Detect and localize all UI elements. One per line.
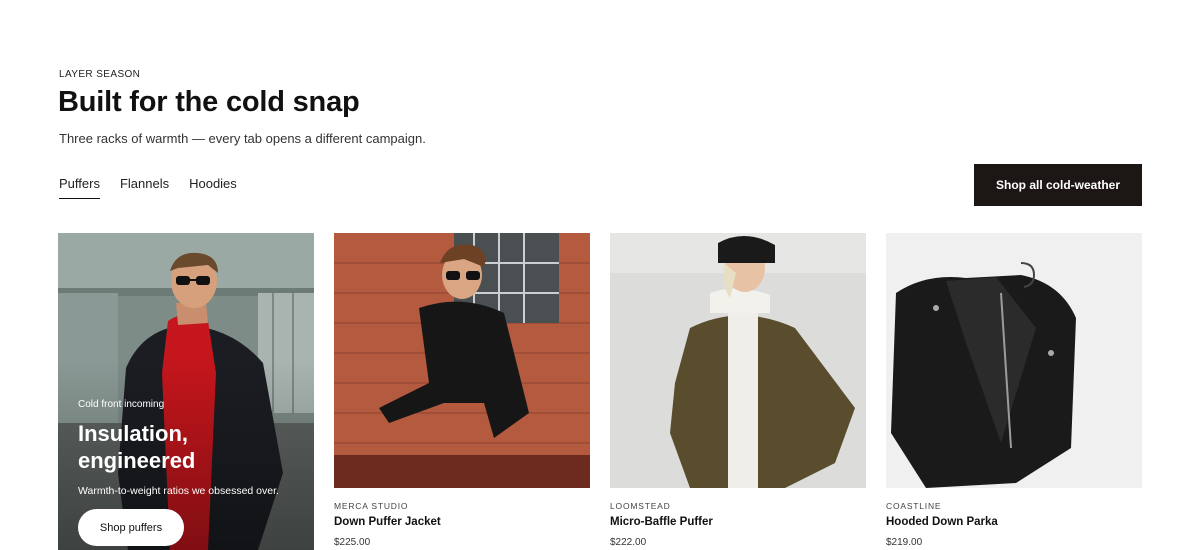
product-price: $219.00 xyxy=(886,537,923,548)
page-subtitle: Three racks of warmth — every tab opens … xyxy=(59,131,426,146)
product-image[interactable] xyxy=(886,233,1142,488)
tab-puffers[interactable]: Puffers xyxy=(59,176,100,199)
promo-kicker: Cold front incoming xyxy=(78,399,165,410)
product-brand: LOOMSTEAD xyxy=(610,501,671,511)
product-name[interactable]: Micro-Baffle Puffer xyxy=(610,516,866,528)
shop-all-button[interactable]: Shop all cold-weather xyxy=(974,164,1142,206)
product-brand: COASTLINE xyxy=(886,501,942,511)
product-name[interactable]: Hooded Down Parka xyxy=(886,516,1142,528)
page-title: Built for the cold snap xyxy=(58,86,360,118)
product-brand: MERCA STUDIO xyxy=(334,501,409,511)
shop-puffers-button[interactable]: Shop puffers xyxy=(78,509,184,546)
product-price: $225.00 xyxy=(334,537,371,548)
tab-hoodies[interactable]: Hoodies xyxy=(189,176,237,199)
tab-flannels[interactable]: Flannels xyxy=(120,176,169,199)
product-card[interactable]: LOOMSTEAD Micro-Baffle Puffer $222.00 xyxy=(610,233,866,548)
product-name[interactable]: Down Puffer Jacket xyxy=(334,516,590,528)
category-tabs: Puffers Flannels Hoodies xyxy=(59,176,237,199)
product-card[interactable]: COASTLINE Hooded Down Parka $219.00 xyxy=(886,233,1142,548)
product-card[interactable]: MERCA STUDIO Down Puffer Jacket $225.00 xyxy=(334,233,590,548)
promo-overlay xyxy=(58,233,314,550)
promo-headline: Insulation, engineered xyxy=(78,421,196,473)
promo-text: Warmth-to-weight ratios we obsessed over… xyxy=(78,485,279,497)
product-price: $222.00 xyxy=(610,537,647,548)
product-image[interactable] xyxy=(334,233,590,488)
promo-tile: Cold front incoming Insulation, engineer… xyxy=(58,233,314,550)
product-image[interactable] xyxy=(610,233,866,488)
eyebrow-label: LAYER SEASON xyxy=(59,69,141,80)
